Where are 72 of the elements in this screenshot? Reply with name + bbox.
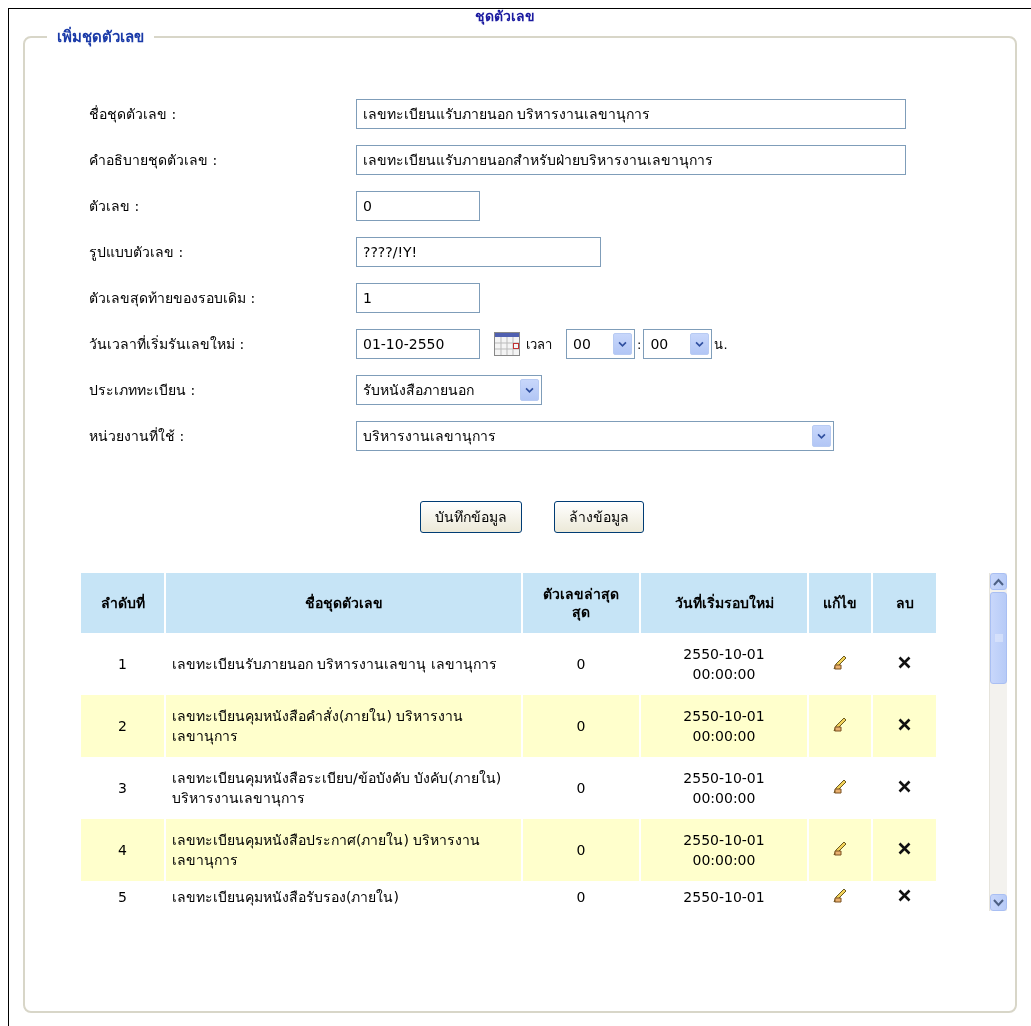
table-cell: เลขทะเบียนคุมหนังสือประกาศ(ภายใน) บริหารงานเลขานุการ xyxy=(166,819,521,881)
time-separator: : xyxy=(637,336,642,352)
text-field[interactable]: เลขทะเบียนแรับภายนอกสำหรับฝ่ายบริหารงานเลขานุการ xyxy=(356,145,906,175)
field-label: หน่วยงานที่ใช้ : xyxy=(89,426,186,446)
calendar-icon[interactable] xyxy=(494,332,520,356)
table-cell-text: เลขทะเบียนคุมหนังสือรับรอง(ภายใน) xyxy=(171,888,400,908)
field-label: ตัวเลข : xyxy=(89,197,141,216)
delete-icon[interactable] xyxy=(898,718,911,731)
table-cell-text: 2550-10-01 00:00:00 xyxy=(682,831,766,870)
column-header: ลบ xyxy=(873,573,936,633)
chevron-down-icon xyxy=(993,898,1004,907)
delete-icon[interactable] xyxy=(898,656,911,669)
scrollbar[interactable] xyxy=(989,573,1007,911)
pencil-icon[interactable] xyxy=(832,715,848,732)
table-cell-text: 0 xyxy=(575,655,587,674)
scroll-thumb[interactable] xyxy=(990,592,1007,684)
dropdown[interactable]: บริหารงานเลขานุการ xyxy=(356,421,834,451)
table-cell-text: 2550-10-01 00:00:00 xyxy=(682,769,766,808)
table-cell-text: 2550-10-01 xyxy=(682,888,766,907)
delete-icon[interactable] xyxy=(898,842,911,855)
pencil-icon[interactable] xyxy=(832,653,848,670)
time-label: เวลา xyxy=(526,335,552,354)
table-cell-text: 2550-10-01 00:00:00 xyxy=(682,645,766,684)
column-header: ชื่อชุดตัวเลข xyxy=(166,573,521,633)
scroll-up-button[interactable] xyxy=(990,573,1007,590)
text-field[interactable]: ????/!Y! xyxy=(356,237,601,267)
chevron-down-icon xyxy=(690,333,710,355)
table-cell: 0 xyxy=(523,695,639,757)
column-header: ตัวเลขล่าสุด สุด xyxy=(523,573,639,633)
table-cell-text: 2550-10-01 00:00:00 xyxy=(682,707,766,746)
text-field[interactable]: 1 xyxy=(356,283,480,313)
hour-dropdown[interactable]: 00 xyxy=(566,329,635,359)
table-cell-text: 0 xyxy=(575,779,587,798)
column-header: ลำดับที่ xyxy=(81,573,164,633)
chevron-down-icon xyxy=(613,333,632,355)
table-cell-text: 5 xyxy=(117,888,128,907)
column-header: แก้ไข xyxy=(809,573,871,633)
page-title: ชุดตัวเลข xyxy=(474,9,536,23)
form-button[interactable]: บันทึกข้อมูล xyxy=(420,501,522,533)
dropdown[interactable]: รับหนังสือภายนอก xyxy=(356,375,542,405)
delete-icon[interactable] xyxy=(898,780,911,793)
pencil-icon[interactable] xyxy=(832,887,848,903)
pencil-icon[interactable] xyxy=(832,839,848,856)
table-cell-text: 0 xyxy=(575,888,587,907)
column-header: วันที่เริ่มรอบใหม่ xyxy=(641,573,807,633)
scroll-down-button[interactable] xyxy=(990,894,1007,911)
table-cell-text: 3 xyxy=(117,779,128,798)
field-label: คำอธิบายชุดตัวเลข : xyxy=(89,151,219,171)
table-cell-text: เลขทะเบียนรับภายนอก บริหารงานเลขานุ เลขานุการ xyxy=(171,655,498,675)
field-label: รูปแบบตัวเลข : xyxy=(89,243,185,263)
chevron-down-icon xyxy=(520,379,539,401)
field-label: วันเวลาที่เริ่มรันเลขใหม่ : xyxy=(89,334,246,354)
table-cell-text: เลขทะเบียนคุมหนังสือระเบียบ/ข้อบังคับ บังคับ(ภายใน) บริหารงานเลขานุการ xyxy=(171,769,503,809)
date-field[interactable]: 01-10-2550 xyxy=(356,329,480,359)
table-cell: 4 xyxy=(81,819,164,881)
field-label: ประเภททะเบียน : xyxy=(89,381,197,400)
section-legend: เพิ่มชุดตัวเลข xyxy=(47,25,154,49)
text-field[interactable]: เลขทะเบียนแรับภายนอก บริหารงานเลขานุการ xyxy=(356,99,906,129)
chevron-up-icon xyxy=(993,577,1004,586)
table-cell-text: 1 xyxy=(117,655,128,674)
minute-unit: น. xyxy=(714,335,728,354)
form-button[interactable]: ล้างข้อมูล xyxy=(554,501,644,533)
field-label: ชื่อชุดตัวเลข : xyxy=(89,104,178,125)
field-label: ตัวเลขสุดท้ายของรอบเดิม : xyxy=(89,289,257,309)
table-cell: เลขทะเบียนคุมหนังสือคำสั่ง(ภายใน) บริหารงานเลขานุการ xyxy=(166,695,521,757)
minute-dropdown[interactable]: 00 xyxy=(643,329,713,359)
pencil-icon[interactable] xyxy=(832,777,848,794)
table-cell: 0 xyxy=(523,819,639,881)
chevron-down-icon xyxy=(812,425,831,447)
delete-icon[interactable] xyxy=(898,889,911,902)
table-cell: 2 xyxy=(81,695,164,757)
text-field[interactable]: 0 xyxy=(356,191,480,221)
